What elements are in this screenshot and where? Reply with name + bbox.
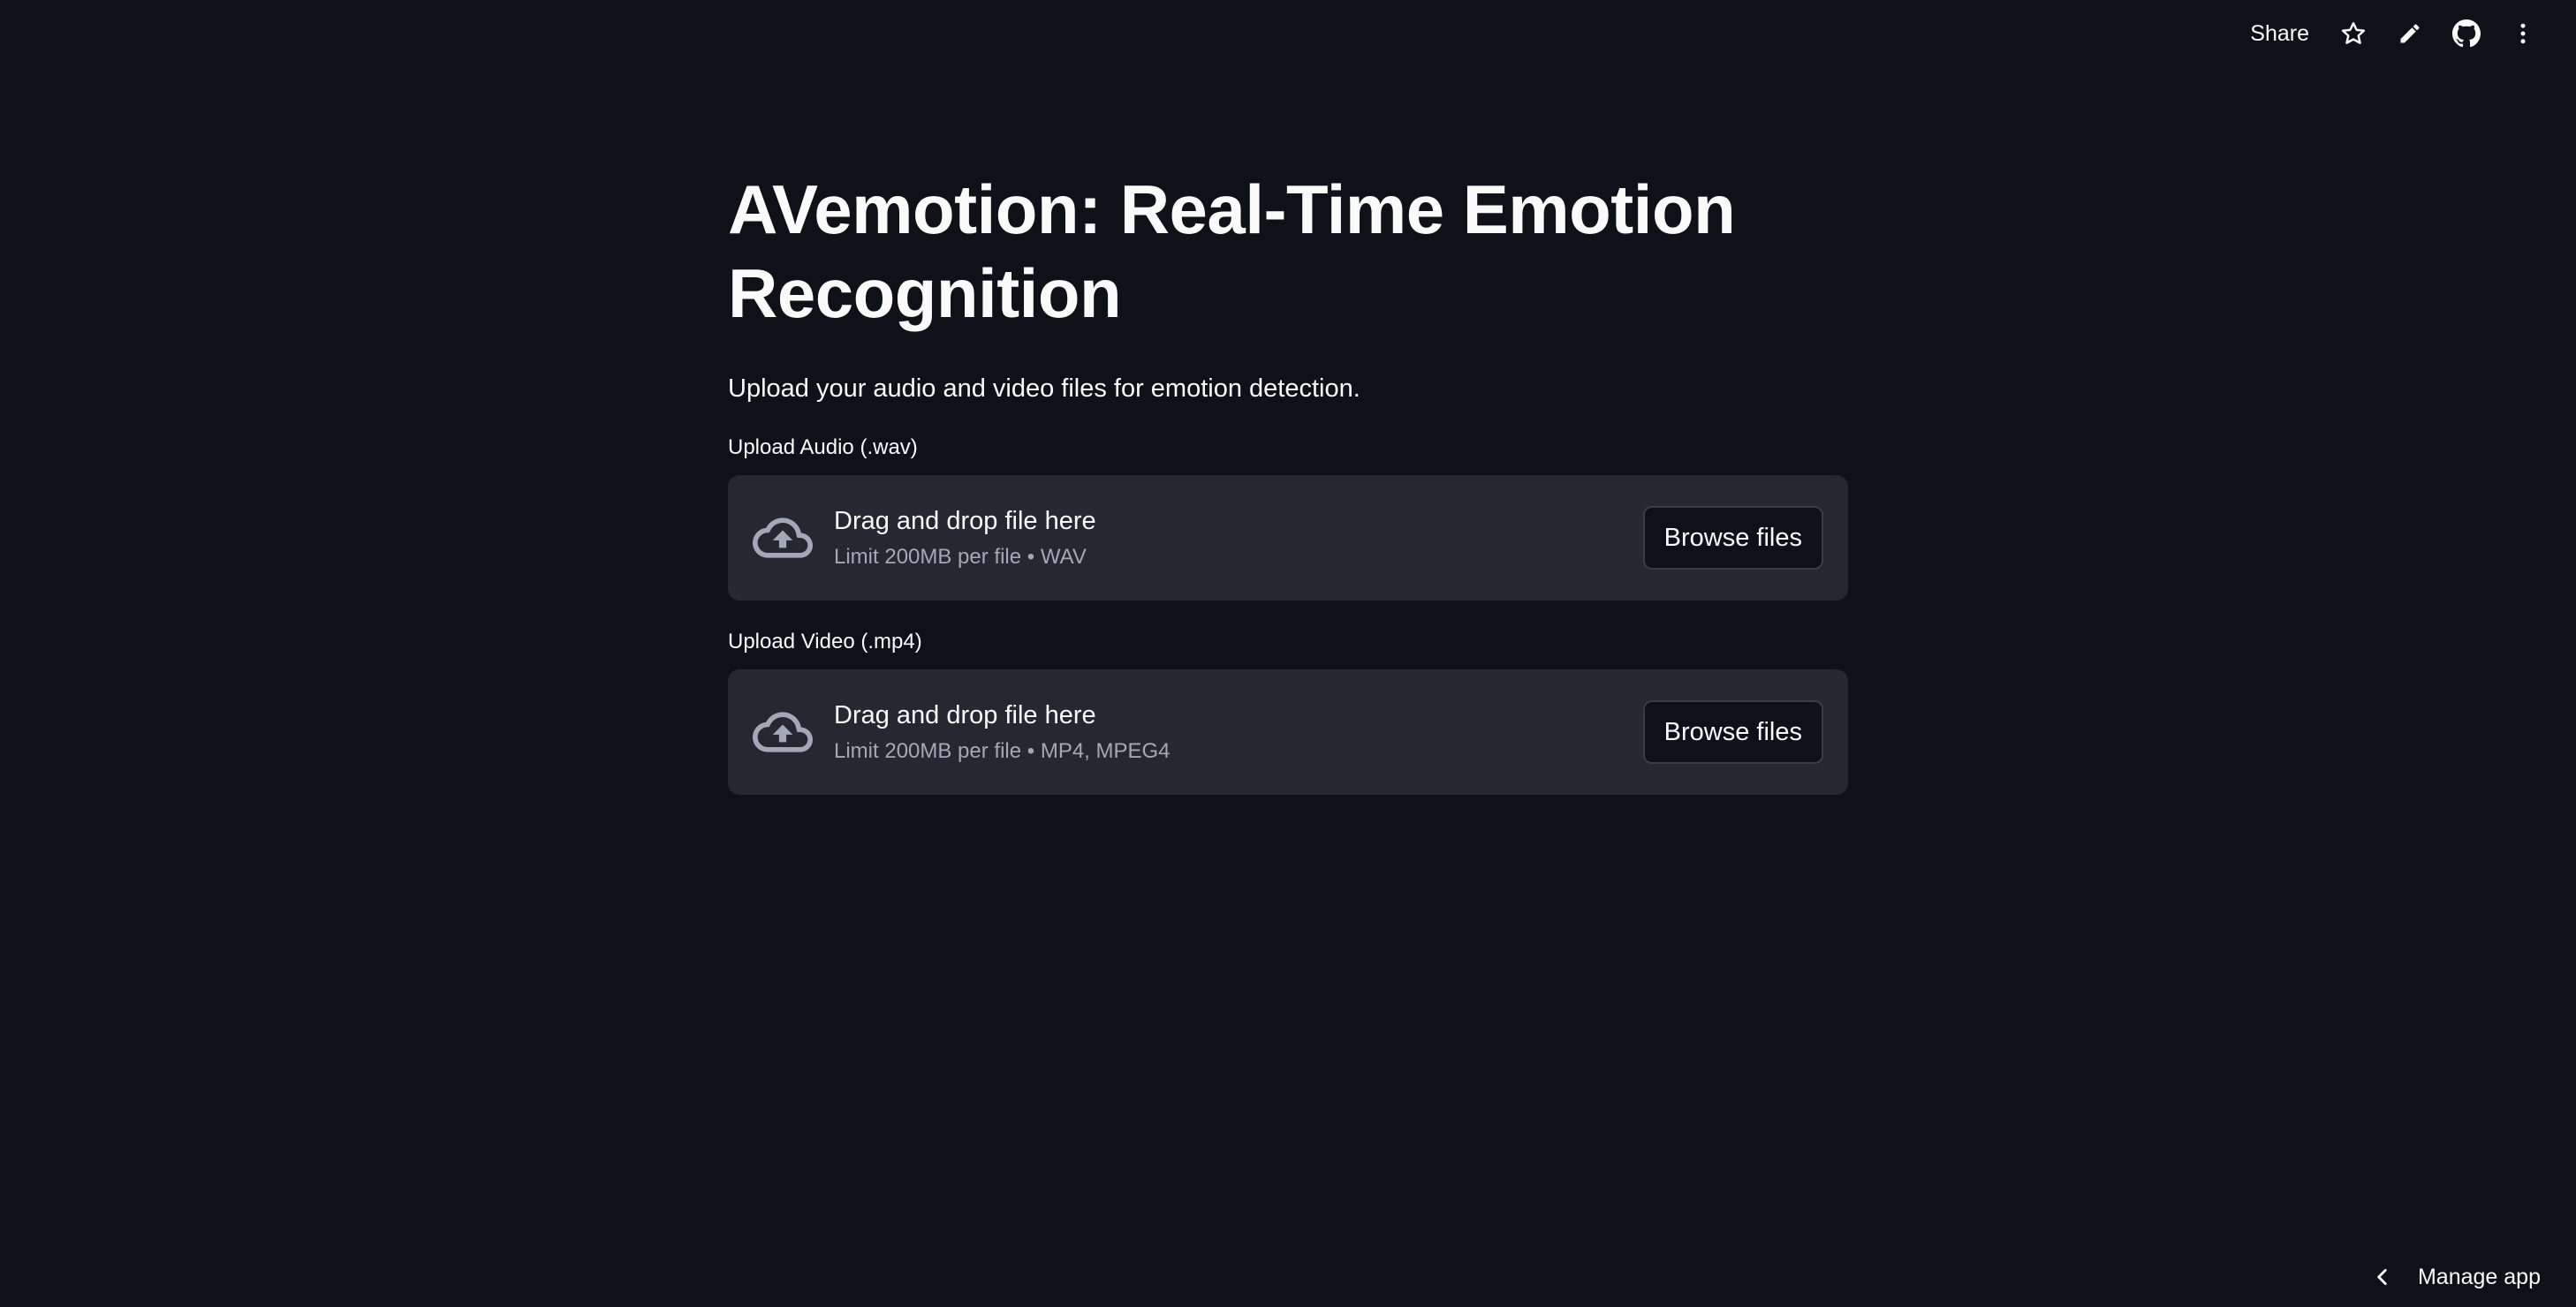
audio-drop-instructions: Drag and drop file here xyxy=(834,507,1096,535)
manage-app-label: Manage app xyxy=(2417,1264,2541,1289)
audio-uploader: Upload Audio (.wav) Drag and drop file h… xyxy=(728,433,1848,601)
page-subtitle: Upload your audio and video files for em… xyxy=(728,374,1360,403)
cloud-upload-icon xyxy=(753,508,813,568)
video-uploader-label: Upload Video (.mp4) xyxy=(728,630,922,654)
chevron-left-icon xyxy=(2368,1263,2397,1291)
share-button[interactable]: Share xyxy=(2234,12,2325,55)
video-uploader: Upload Video (.mp4) Drag and drop file h… xyxy=(728,627,1848,795)
pencil-icon[interactable] xyxy=(2382,12,2438,55)
video-dropzone[interactable]: Drag and drop file here Limit 200MB per … xyxy=(728,669,1848,795)
audio-browse-files-button[interactable]: Browse files xyxy=(1642,506,1823,570)
top-toolbar: Share xyxy=(2234,12,2551,55)
audio-file-limit: Limit 200MB per file • WAV xyxy=(834,545,1087,569)
video-drop-instructions: Drag and drop file here xyxy=(834,701,1096,729)
star-icon[interactable] xyxy=(2325,12,2382,55)
video-browse-files-button[interactable]: Browse files xyxy=(1642,700,1823,764)
video-file-limit: Limit 200MB per file • MP4, MPEG4 xyxy=(834,739,1171,763)
audio-dropzone[interactable]: Drag and drop file here Limit 200MB per … xyxy=(728,475,1848,601)
main-content: AVemotion: Real-Time Emotion Recognition… xyxy=(728,168,1848,795)
audio-uploader-label: Upload Audio (.wav) xyxy=(728,435,918,459)
github-icon[interactable] xyxy=(2438,12,2495,55)
cloud-upload-icon xyxy=(753,702,813,762)
more-vertical-icon[interactable] xyxy=(2495,12,2551,55)
manage-app-button[interactable]: Manage app xyxy=(2368,1254,2541,1300)
page-title: AVemotion: Real-Time Emotion Recognition xyxy=(728,170,1736,332)
